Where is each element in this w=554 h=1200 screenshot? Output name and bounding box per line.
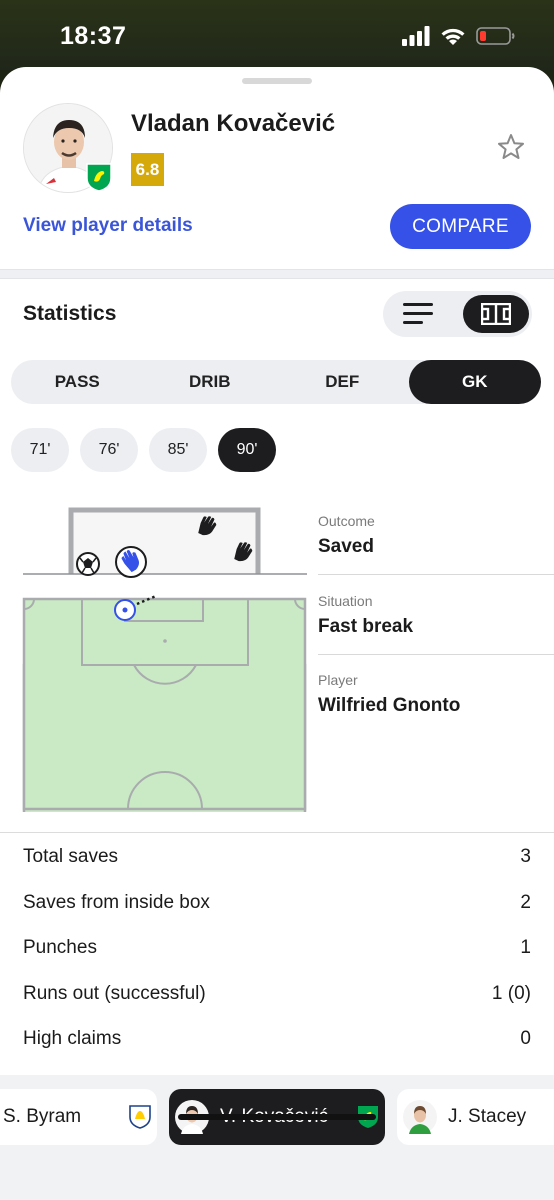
sheet-grabber[interactable] [242,78,312,84]
player-switcher: S. Byram V. Kovačević [0,1075,554,1200]
player-card-name: S. Byram [3,1106,82,1127]
stat-label: Punches [23,937,97,958]
tab-pass[interactable]: PASS [11,360,144,404]
player-card[interactable]: J. Stacey [397,1089,554,1145]
star-outline-icon[interactable] [497,133,525,161]
goal-frame [23,507,307,575]
stat-label: Saves from inside box [23,892,210,913]
outcome-block: Outcome Saved [318,513,554,558]
situation-block: Situation Fast break [318,593,554,638]
shot-origin-marker [114,599,136,621]
save-glove-icon [115,546,147,578]
statistics-title: Statistics [23,302,117,325]
minute-chip-85[interactable]: 85' [149,428,207,472]
rating-badge: 6.8 [131,153,164,186]
player-sheet: Vladan Kovačević 6.8 View player details… [0,67,554,1200]
home-indicator[interactable] [178,1114,376,1120]
stat-value: 1 (0) [491,983,531,1004]
stat-category-tabs: PASS DRIB DEF GK [11,360,541,404]
status-bar: 18:37 [0,0,554,70]
compare-button[interactable]: COMPARE [390,204,531,249]
minute-chip-76[interactable]: 76' [80,428,138,472]
section-divider [0,832,554,833]
stat-label: Runs out (successful) [23,983,206,1004]
stat-label: High claims [23,1028,122,1049]
stat-row: Saves from inside box 2 [23,892,531,914]
club-badge-icon [129,1105,151,1129]
list-view-icon[interactable] [403,303,435,325]
cellular-signal-icon [402,26,430,46]
situation-label: Situation [318,593,373,609]
stat-label: Total saves [23,846,119,867]
stat-row: Total saves 3 [23,846,531,868]
status-icons [402,26,516,46]
stat-row: Punches 1 [23,937,531,959]
tab-drib[interactable]: DRIB [144,360,277,404]
pitch-view-icon [481,303,511,325]
wifi-icon [441,28,465,45]
stat-row: High claims 0 [23,1028,531,1050]
player-name: Vladan Kovačević [131,110,336,137]
stat-value: 3 [520,846,531,867]
info-divider [318,654,554,655]
stat-value: 2 [520,892,531,913]
view-player-details-link[interactable]: View player details [23,215,193,237]
tab-gk[interactable]: GK [408,360,541,404]
tab-def[interactable]: DEF [276,360,409,404]
pitch-view-button[interactable] [463,295,529,333]
stat-row: Runs out (successful) 1 (0) [23,983,531,1005]
pitch-half [22,595,307,811]
stat-value: 1 [520,937,531,958]
info-divider [318,574,554,575]
shooter-label: Player [318,672,358,688]
player-card[interactable]: S. Byram [0,1089,157,1145]
player-block: Player Wilfried Gnonto [318,672,554,717]
outcome-label: Outcome [318,513,375,529]
view-toggle [383,291,532,337]
battery-low-icon [476,27,515,45]
situation-value: Fast break [318,616,414,637]
minute-filter: 71' 76' 85' 90' [11,428,276,472]
player-avatar [403,1100,437,1134]
ball-icon [76,552,100,576]
outcome-value: Saved [318,536,374,557]
club-badge-icon [86,163,112,192]
shooter-value[interactable]: Wilfried Gnonto [318,695,554,717]
minute-chip-90[interactable]: 90' [218,428,276,472]
minute-chip-71[interactable]: 71' [11,428,69,472]
player-card-name: J. Stacey [448,1106,527,1127]
status-time: 18:37 [60,22,127,50]
section-divider [0,269,554,279]
stat-value: 0 [520,1028,531,1049]
